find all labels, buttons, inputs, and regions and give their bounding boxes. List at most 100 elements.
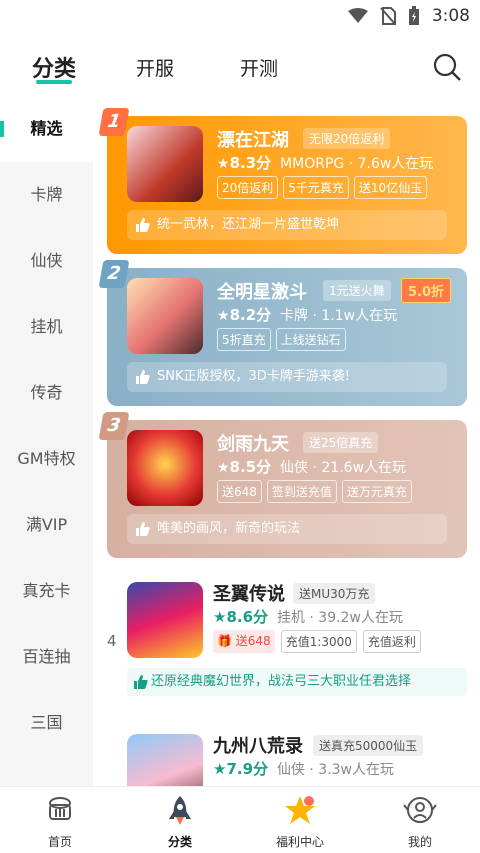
discount-badge: 5.0折 (401, 278, 452, 303)
promo-label: 送MU30万充 (293, 583, 376, 604)
game-name: 圣翼传说 (213, 584, 285, 605)
score: 7.9分 (226, 760, 269, 778)
score: 8.2分 (229, 306, 272, 324)
tag-text: 送648 (235, 634, 271, 648)
sidebar-item-label: 卡牌 (30, 185, 63, 204)
search-icon[interactable] (432, 52, 462, 82)
game-description: 还原经典魔幻世界，战法弓三大职业任君选择 (127, 668, 467, 696)
sidebar-item-recharge-card[interactable]: 真充卡 (0, 558, 93, 624)
tag: 送648 (217, 480, 262, 503)
tag: 签到送充值 (266, 480, 337, 503)
nav-classify[interactable]: 分类 (130, 793, 230, 850)
sidebar-item-label: 精选 (30, 119, 63, 138)
rocket-icon (169, 796, 191, 825)
gift-icon: 🎁 (217, 634, 232, 648)
status-time: 3:08 (431, 6, 470, 26)
sidebar-item-label: GM特权 (17, 449, 76, 468)
sidebar-item-idle[interactable]: 挂机 (0, 294, 93, 360)
sidebar-item-three-kingdoms[interactable]: 三国 (0, 690, 93, 756)
nav-label: 分类 (167, 835, 192, 849)
score: 8.6分 (226, 608, 269, 626)
category-sidebar: 精选 卡牌 仙侠 挂机 传奇 GM特权 满VIP 真充卡 百连抽 三国 (0, 96, 93, 786)
sidebar-item-card[interactable]: 卡牌 (0, 162, 93, 228)
description-text: SNK正版授权，3D卡牌手游来袭! (157, 369, 350, 384)
game-list: 1 漂在江湖 无限20倍返利 ★8.3分 MMORPG · 7.6w人在玩 20… (93, 96, 480, 786)
tab-underline (36, 80, 72, 84)
game-card[interactable]: 3 剑雨九天 送25倍真充 ★8.5分 仙侠 · 21.6w人在玩 送648 签… (98, 412, 467, 558)
score-line: ★8.6分 挂机 · 39.2w人在玩 (213, 606, 403, 627)
rank-badge: 3 (98, 412, 130, 440)
sidebar-item-xianxia[interactable]: 仙侠 (0, 228, 93, 294)
tag-list: 送648 签到送充值 送万元真充 (217, 480, 412, 503)
status-bar: 3:08 (0, 0, 480, 34)
game-thumbnail (127, 734, 203, 786)
battery-icon (408, 6, 419, 25)
game-list-item[interactable]: 九州八荒录 送真充50000仙玉 ★7.9分 仙侠 · 3.3w人在玩 (107, 728, 467, 786)
promo-label: 无限20倍返利 (303, 128, 391, 149)
profile-icon (403, 797, 437, 823)
sidebar-item-label: 满VIP (25, 515, 68, 534)
sidebar-item-legend[interactable]: 传奇 (0, 360, 93, 426)
star-icon: ★ (217, 460, 230, 476)
game-thumbnail (127, 126, 203, 202)
sidebar-item-vip[interactable]: 满VIP (0, 492, 93, 558)
sidebar-item-label: 仙侠 (30, 251, 63, 270)
tag-list: 20倍返利 5千元真充 送10亿仙玉 (217, 176, 428, 199)
description-text: 唯美的画风，新奇的玩法 (157, 521, 301, 536)
nav-mine[interactable]: 我的 (370, 793, 470, 850)
game-card[interactable]: 2 全明星激斗 1元送火舞 5.0折 ★8.2分 卡牌 · 1.1w人在玩 5折… (98, 260, 467, 406)
game-name: 剑雨九天 (217, 434, 289, 455)
tab-open-server[interactable]: 开服 (136, 54, 174, 81)
nav-home[interactable]: 首页 (10, 793, 110, 850)
star-icon: ★ (213, 608, 227, 626)
tag: 充值1:3000 (280, 630, 357, 653)
thumbs-up-icon (134, 675, 148, 689)
rank-badge: 2 (98, 260, 130, 288)
sidebar-item-featured[interactable]: 精选 (0, 96, 93, 162)
nav-label: 福利中心 (275, 835, 324, 849)
sidebar-item-label: 三国 (30, 713, 63, 732)
description-text: 还原经典魔幻世界，战法弓三大职业任君选择 (151, 674, 412, 689)
game-name: 漂在江湖 (217, 130, 289, 151)
tag: 5千元真充 (283, 176, 349, 199)
game-card[interactable]: 1 漂在江湖 无限20倍返利 ★8.3分 MMORPG · 7.6w人在玩 20… (98, 108, 467, 254)
score-line: ★8.2分 卡牌 · 1.1w人在玩 (217, 304, 397, 325)
tag: 送10亿仙玉 (353, 176, 428, 199)
game-thumbnail (127, 582, 203, 658)
game-meta: MMORPG · 7.6w人在玩 (280, 156, 434, 172)
game-thumbnail (127, 278, 203, 354)
sidebar-item-label: 真充卡 (22, 581, 71, 600)
tag-list: 5折直充 上线送钻石 (217, 328, 346, 351)
tag: 送万元真充 (341, 480, 412, 503)
tag: 20倍返利 (217, 176, 279, 199)
game-meta: 仙侠 · 21.6w人在玩 (280, 460, 407, 476)
tab-open-test[interactable]: 开测 (240, 54, 278, 81)
sidebar-item-gm[interactable]: GM特权 (0, 426, 93, 492)
thumbs-up-icon (136, 370, 150, 384)
no-sim-icon (380, 7, 396, 25)
star-icon (285, 796, 315, 824)
top-tabs: 分类 开服 开测 (0, 44, 480, 90)
thumbs-up-icon (136, 522, 150, 536)
wifi-icon (347, 8, 368, 23)
score-line: ★8.3分 MMORPG · 7.6w人在玩 (217, 152, 433, 173)
tag: 上线送钻石 (275, 328, 346, 351)
game-list-item[interactable]: 4 圣翼传说 送MU30万充 ★8.6分 挂机 · 39.2w人在玩 🎁 送64… (107, 576, 467, 706)
game-thumbnail (127, 430, 203, 506)
promo-label: 送真充50000仙玉 (313, 735, 424, 756)
active-marker (0, 121, 4, 137)
star-icon: ★ (217, 308, 230, 324)
promo-label: 1元送火舞 (323, 280, 391, 301)
sidebar-item-label: 传奇 (30, 383, 63, 402)
gift-tag: 🎁 送648 (213, 630, 275, 653)
nav-welfare[interactable]: 福利中心 (250, 793, 350, 850)
game-meta: 仙侠 · 3.3w人在玩 (276, 762, 395, 778)
game-name: 九州八荒录 (213, 736, 303, 757)
sidebar-item-draws[interactable]: 百连抽 (0, 624, 93, 690)
game-description: 统一武林，还江湖一片盛世乾坤 (127, 210, 447, 240)
tag-list: 🎁 送648 充值1:3000 充值返利 (213, 630, 421, 653)
thumbs-up-icon (136, 218, 150, 232)
nav-label: 我的 (407, 835, 432, 849)
tab-classify[interactable]: 分类 (32, 51, 76, 83)
sidebar-item-label: 挂机 (30, 317, 63, 336)
